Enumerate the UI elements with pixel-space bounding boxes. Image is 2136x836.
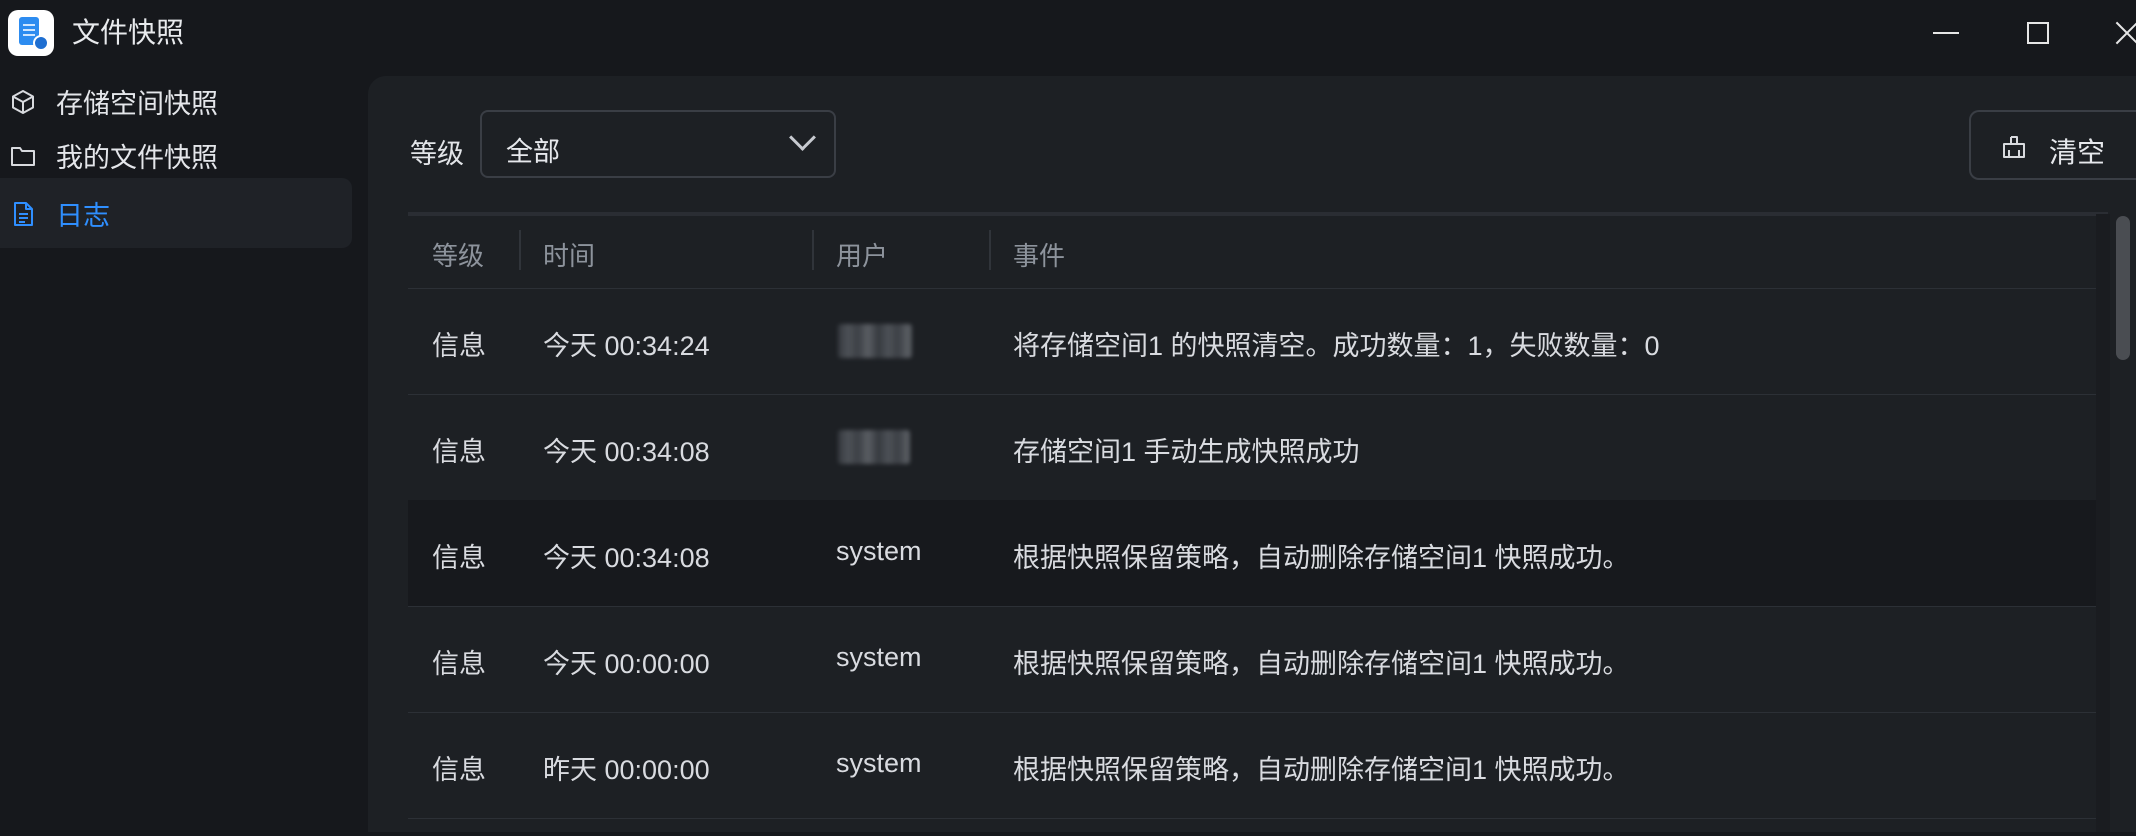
cell-time: 今天 00:00:00 bbox=[543, 649, 710, 679]
cell-time: 今天 00:34:08 bbox=[543, 543, 710, 573]
scrollbar-thumb[interactable] bbox=[2116, 216, 2130, 360]
app-logo-icon bbox=[8, 10, 54, 56]
broom-icon bbox=[2003, 136, 2025, 158]
cell-event: 根据快照保留策略，自动删除存储空间1 快照成功。 bbox=[1013, 755, 1630, 785]
minimize-button[interactable] bbox=[1920, 8, 1972, 58]
table-row[interactable]: 信息 今天 00:34:08 system 根据快照保留策略，自动删除存储空间1… bbox=[408, 500, 2108, 607]
scrollbar-track[interactable] bbox=[2096, 214, 2110, 832]
cell-time: 昨天 00:00:00 bbox=[543, 755, 710, 785]
log-table: 等级 时间 用户 事件 信息 今天 00:34:24 将存储空间1 的快照清空。… bbox=[408, 212, 2108, 836]
column-resize-handle[interactable] bbox=[989, 230, 991, 270]
cell-level: 信息 bbox=[432, 755, 486, 785]
column-resize-handle[interactable] bbox=[812, 230, 814, 270]
column-header-time[interactable]: 时间 bbox=[543, 236, 595, 273]
level-select-value: 全部 bbox=[506, 137, 560, 167]
sidebar: 存储空间快照 我的文件快照 日志 bbox=[0, 66, 368, 832]
close-button[interactable] bbox=[2100, 8, 2136, 58]
cell-event: 将存储空间1 的快照清空。成功数量：1，失败数量：0 bbox=[1013, 331, 1660, 361]
clear-button-label: 清空 bbox=[2049, 137, 2106, 168]
sidebar-item-log[interactable]: 日志 bbox=[0, 178, 352, 248]
cell-event: 根据快照保留策略，自动删除存储空间1 快照成功。 bbox=[1013, 543, 1630, 573]
title-bar: 文件快照 bbox=[0, 0, 2136, 66]
column-resize-handle[interactable] bbox=[519, 230, 521, 270]
cell-user: system bbox=[836, 536, 922, 566]
main-panel: 等级 全部 清空 等级 时间 用户 事件 信息 今天 00:34:24 将存储空… bbox=[368, 76, 2136, 832]
cell-level: 信息 bbox=[432, 543, 486, 573]
sidebar-item-label: 日志 bbox=[56, 200, 110, 231]
chevron-down-icon bbox=[789, 124, 816, 151]
cube-icon bbox=[12, 90, 34, 114]
app-title: 文件快照 bbox=[72, 17, 185, 48]
level-select[interactable]: 全部 bbox=[480, 110, 836, 178]
cell-user: system bbox=[836, 748, 922, 778]
cell-user: system bbox=[836, 642, 922, 672]
column-header-event[interactable]: 事件 bbox=[1013, 236, 1065, 273]
table-row[interactable]: 信息 今天 00:34:08 存储空间1 手动生成快照成功 bbox=[408, 394, 2108, 501]
clear-button[interactable]: 清空 bbox=[1969, 110, 2136, 180]
cell-event: 存储空间1 手动生成快照成功 bbox=[1013, 437, 1360, 467]
table-header: 等级 时间 用户 事件 bbox=[408, 216, 2108, 289]
level-filter-label: 等级 bbox=[410, 139, 464, 169]
cell-time: 今天 00:34:08 bbox=[543, 437, 710, 467]
cell-time: 今天 00:34:24 bbox=[543, 331, 710, 361]
document-icon bbox=[14, 202, 33, 226]
redacted-user bbox=[838, 430, 910, 464]
table-row[interactable]: 信息 昨天 00:00:00 system 根据快照保留策略，自动删除存储空间1… bbox=[408, 712, 2108, 819]
sidebar-item-label: 我的文件快照 bbox=[56, 142, 218, 173]
table-row[interactable]: 信息 今天 00:00:00 system 根据快照保留策略，自动删除存储空间1… bbox=[408, 606, 2108, 713]
cell-event: 根据快照保留策略，自动删除存储空间1 快照成功。 bbox=[1013, 649, 1630, 679]
redacted-user bbox=[838, 324, 912, 358]
sidebar-item-label: 存储空间快照 bbox=[56, 88, 218, 119]
maximize-button[interactable] bbox=[2012, 8, 2064, 58]
table-row[interactable]: 信息 今天 00:34:24 将存储空间1 的快照清空。成功数量：1，失败数量：… bbox=[408, 288, 2108, 395]
column-header-user[interactable]: 用户 bbox=[836, 236, 888, 273]
folder-icon bbox=[11, 147, 35, 166]
cell-level: 信息 bbox=[432, 649, 486, 679]
cell-level: 信息 bbox=[432, 331, 486, 361]
column-header-level[interactable]: 等级 bbox=[432, 236, 484, 273]
cell-level: 信息 bbox=[432, 437, 486, 467]
